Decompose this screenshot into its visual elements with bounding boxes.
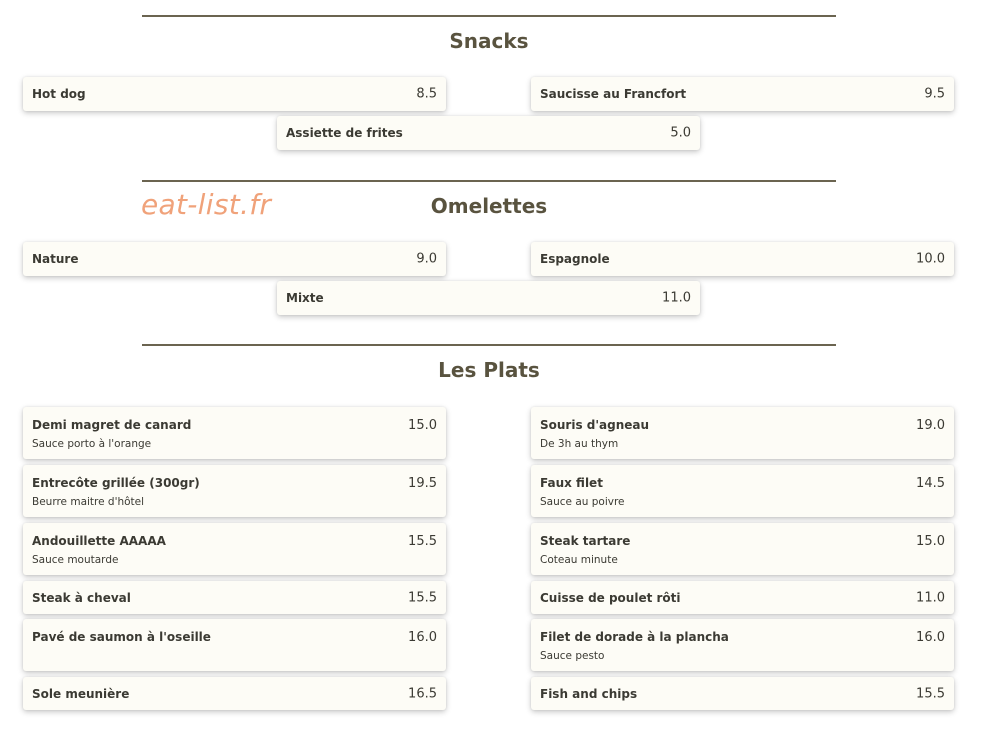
item-price: 14.5	[916, 476, 945, 491]
section-title-plats: Les Plats	[438, 358, 540, 382]
section-title-omelettes: Omelettes	[430, 194, 548, 218]
menu-item-espagnole[interactable]: Espagnole 10.0	[531, 242, 954, 276]
menu-item-steak-cheval[interactable]: Steak à cheval 15.5	[23, 581, 446, 614]
item-price: 19.0	[916, 418, 945, 433]
menu-item-assiette-frites[interactable]: Assiette de frites 5.0	[277, 116, 700, 150]
menu-item-filet-dorade[interactable]: Filet de dorade à la plancha 16.0 Sauce …	[531, 619, 954, 671]
item-description: Beurre maitre d'hôtel	[32, 496, 145, 508]
item-name: Saucisse au Francfort	[540, 87, 687, 101]
menu-item-fish-chips[interactable]: Fish and chips 15.5	[531, 677, 954, 710]
item-price: 10.0	[916, 251, 945, 267]
item-name: Demi magret de canard	[32, 418, 192, 432]
item-name: Entrecôte grillée (300gr)	[32, 476, 200, 490]
item-price: 9.5	[924, 86, 945, 102]
item-description: Sauce porto à l'orange	[32, 438, 152, 450]
item-name: Cuisse de poulet rôti	[540, 590, 681, 605]
item-name: Steak à cheval	[32, 590, 131, 605]
item-name: Espagnole	[540, 252, 610, 266]
item-price: 16.0	[916, 630, 945, 645]
menu-item-demi-magret[interactable]: Demi magret de canard 15.0 Sauce porto à…	[23, 407, 446, 459]
section-divider	[142, 344, 836, 346]
item-price: 15.5	[408, 534, 437, 549]
item-price: 11.0	[916, 590, 945, 605]
menu-item-steak-tartare[interactable]: Steak tartare 15.0 Coteau minute	[531, 523, 954, 575]
item-name: Nature	[32, 252, 79, 266]
section-divider	[142, 180, 836, 182]
menu-item-mixte[interactable]: Mixte 11.0	[277, 281, 700, 315]
item-description: Sauce au poivre	[540, 496, 625, 508]
item-name: Andouillette AAAAA	[32, 534, 166, 548]
item-description: Coteau minute	[540, 554, 618, 566]
item-name: Assiette de frites	[286, 126, 403, 140]
item-description: Sauce moutarde	[32, 554, 119, 566]
item-price: 16.0	[408, 630, 437, 645]
item-name: Hot dog	[32, 87, 86, 101]
item-price: 5.0	[670, 125, 691, 141]
item-price: 9.0	[416, 251, 437, 267]
item-name: Mixte	[286, 291, 324, 305]
menu-item-hot-dog[interactable]: Hot dog 8.5	[23, 77, 446, 111]
item-description: Sauce pesto	[540, 650, 605, 662]
item-price: 15.5	[408, 590, 437, 605]
menu-item-cuisse-poulet[interactable]: Cuisse de poulet rôti 11.0	[531, 581, 954, 614]
menu-item-pave-saumon[interactable]: Pavé de saumon à l'oseille 16.0	[23, 619, 446, 671]
item-name: Pavé de saumon à l'oseille	[32, 630, 211, 644]
item-name: Sole meunière	[32, 686, 130, 701]
item-name: Fish and chips	[540, 686, 638, 701]
item-price: 11.0	[662, 290, 691, 306]
item-price: 15.0	[916, 534, 945, 549]
item-name: Filet de dorade à la plancha	[540, 630, 729, 644]
item-price: 15.0	[408, 418, 437, 433]
menu-item-souris-agneau[interactable]: Souris d'agneau 19.0 De 3h au thym	[531, 407, 954, 459]
item-name: Faux filet	[540, 476, 603, 490]
item-name: Souris d'agneau	[540, 418, 650, 432]
item-name: Steak tartare	[540, 534, 631, 548]
item-description: De 3h au thym	[540, 438, 619, 450]
section-title-snacks: Snacks	[449, 29, 529, 53]
menu-item-entrecote[interactable]: Entrecôte grillée (300gr) 19.5 Beurre ma…	[23, 465, 446, 517]
menu-item-nature[interactable]: Nature 9.0	[23, 242, 446, 276]
menu-item-sole-meuniere[interactable]: Sole meunière 16.5	[23, 677, 446, 710]
item-price: 19.5	[408, 476, 437, 491]
section-divider	[142, 15, 836, 17]
item-price: 16.5	[408, 686, 437, 701]
menu-item-andouillette[interactable]: Andouillette AAAAA 15.5 Sauce moutarde	[23, 523, 446, 575]
menu-item-saucisse-francfort[interactable]: Saucisse au Francfort 9.5	[531, 77, 954, 111]
item-price: 8.5	[416, 86, 437, 102]
menu-item-faux-filet[interactable]: Faux filet 14.5 Sauce au poivre	[531, 465, 954, 517]
item-price: 15.5	[916, 686, 945, 701]
